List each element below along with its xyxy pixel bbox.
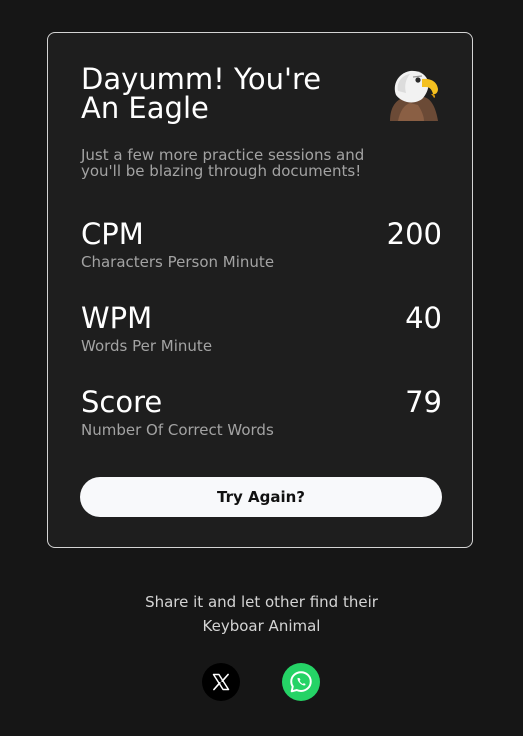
- result-title: Dayumm! You're An Eagle: [81, 62, 322, 125]
- eagle-icon: [390, 70, 438, 121]
- stat-description: Characters Person Minute: [81, 253, 275, 271]
- stat-cpm: CPM Characters Person Minute 200: [81, 217, 442, 273]
- share-whatsapp-button[interactable]: [282, 663, 320, 701]
- whatsapp-icon: [290, 671, 312, 693]
- result-card: Dayumm! You're An Eagle Just a few more …: [47, 32, 473, 548]
- stat-score: Score Number Of Correct Words 79: [81, 385, 442, 441]
- stat-label: Score: [81, 385, 163, 419]
- stat-value: 79: [405, 385, 442, 419]
- share-line-2: Keyboar Animal: [202, 617, 321, 635]
- stat-wpm: WPM Words Per Minute 40: [81, 301, 442, 357]
- share-x-button[interactable]: [202, 663, 240, 701]
- stat-value: 200: [386, 217, 442, 251]
- result-subtitle: Just a few more practice sessions and yo…: [81, 146, 365, 180]
- try-again-button[interactable]: Try Again?: [80, 477, 442, 517]
- x-logo-icon: [212, 673, 230, 691]
- share-line-1: Share it and let other find their: [145, 593, 378, 611]
- stat-label: CPM: [81, 217, 144, 251]
- stat-description: Words Per Minute: [81, 337, 213, 355]
- stat-value: 40: [405, 301, 442, 335]
- share-message: Share it and let other find their Keyboa…: [0, 590, 523, 638]
- stat-description: Number Of Correct Words: [81, 421, 274, 439]
- stat-label: WPM: [81, 301, 153, 335]
